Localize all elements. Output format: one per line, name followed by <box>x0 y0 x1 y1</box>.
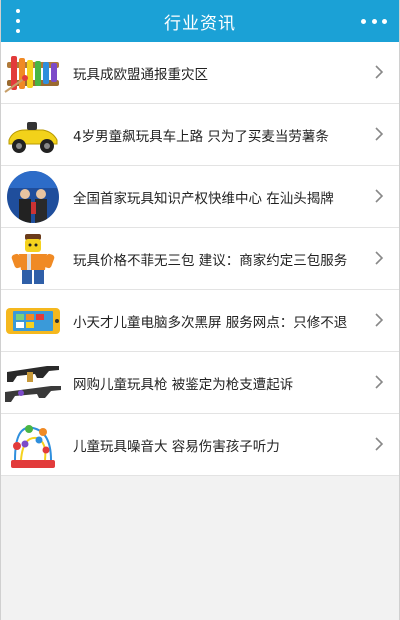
toy-car-image <box>3 108 63 162</box>
list-item-title: 小天才儿童电脑多次黑屏 服务网点：只修不退 <box>73 314 348 331</box>
list-item[interactable]: 玩具成欧盟通报重灾区 <box>1 42 399 104</box>
top-bar: 行业资讯 <box>1 0 399 42</box>
list-item-title: 玩具成欧盟通报重灾区 <box>73 66 208 83</box>
chevron-right-icon <box>375 189 384 203</box>
chevron-right-icon <box>375 437 384 451</box>
lego-figure-image <box>3 232 63 286</box>
list-item[interactable]: 全国首家玩具知识产权快维中心 在汕头揭牌 <box>1 166 399 228</box>
toy-guns-image <box>3 356 63 410</box>
chevron-right-icon <box>375 375 384 389</box>
page-title: 行业资讯 <box>164 13 236 34</box>
list-item-title: 网购儿童玩具枪 被鉴定为枪支遭起诉 <box>73 376 294 393</box>
chevron-right-icon <box>375 65 384 79</box>
kids-tablet-image <box>3 294 63 348</box>
ceremony-photo-image <box>3 170 63 224</box>
app-frame: 行业资讯 玩具成欧盟通报重灾区 4岁男童飙玩具车上路 只为了买麦当劳薯条 全国首… <box>0 0 400 620</box>
chevron-right-icon <box>375 251 384 265</box>
more-horizontal-icon[interactable] <box>361 17 387 25</box>
bead-maze-toy-image <box>3 418 63 472</box>
chevron-right-icon <box>375 313 384 327</box>
list-item-title: 儿童玩具噪音大 容易伤害孩子听力 <box>73 438 280 455</box>
list-item[interactable]: 儿童玩具噪音大 容易伤害孩子听力 <box>1 414 399 476</box>
list-item[interactable]: 网购儿童玩具枪 被鉴定为枪支遭起诉 <box>1 352 399 414</box>
vertical-dots-menu-icon[interactable] <box>11 9 25 33</box>
list-item-title: 4岁男童飙玩具车上路 只为了买麦当劳薯条 <box>73 128 329 145</box>
xylophone-toy-image <box>3 46 63 100</box>
list-item[interactable]: 小天才儿童电脑多次黑屏 服务网点：只修不退 <box>1 290 399 352</box>
list-item-title: 玩具价格不菲无三包 建议：商家约定三包服务 <box>73 252 348 269</box>
list-item-title: 全国首家玩具知识产权快维中心 在汕头揭牌 <box>73 190 334 207</box>
list-item[interactable]: 玩具价格不菲无三包 建议：商家约定三包服务 <box>1 228 399 290</box>
news-list: 玩具成欧盟通报重灾区 4岁男童飙玩具车上路 只为了买麦当劳薯条 全国首家玩具知识… <box>1 42 399 476</box>
list-item[interactable]: 4岁男童飙玩具车上路 只为了买麦当劳薯条 <box>1 104 399 166</box>
chevron-right-icon <box>375 127 384 141</box>
